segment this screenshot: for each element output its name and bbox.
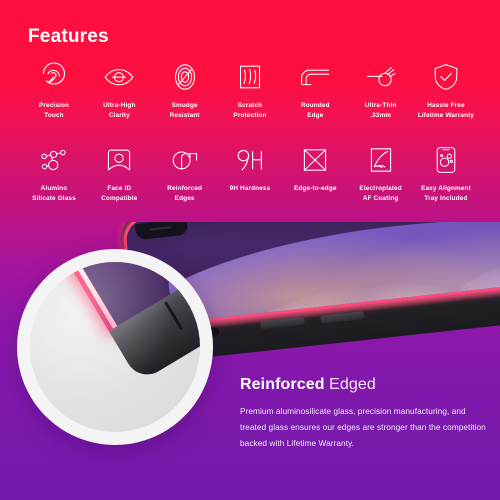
promo-copy: Reinforced Edged Premium aluminosilicate… (240, 376, 490, 452)
feature-edge-to-edge[interactable]: Edge-to-edge (283, 143, 347, 203)
promo-heading-bold: Reinforced (240, 376, 325, 393)
feature-hassle-free-warranty[interactable]: Hassle Free Lifetime Warranty (414, 60, 478, 120)
promo-heading: Reinforced Edged (240, 376, 490, 394)
product-feature-banner: Features Precision Touch Ultra-High Clar… (0, 0, 500, 500)
feature-row-primary: Precision Touch Ultra-High Clarity Smudg… (0, 60, 500, 120)
scratch-protection-icon (230, 60, 270, 94)
magnifier-loupe (17, 249, 213, 445)
feature-easy-alignment-tray[interactable]: Easy Alignment Tray Included (414, 143, 478, 203)
feature-face-id-compatible[interactable]: Face ID Compatible (87, 143, 151, 203)
promo-heading-light: Edged (329, 376, 376, 393)
feature-label: Edge-to-edge (293, 185, 337, 192)
feature-9h-hardness[interactable]: 9H Hardness (218, 143, 282, 203)
magnifier-lens (30, 262, 200, 432)
feature-row-secondary: Alumino Silicate Glass Face ID Compatibl… (0, 143, 500, 203)
feature-label: Electroplated AF Coating (359, 185, 402, 202)
alignment-tray-icon (426, 143, 466, 177)
page-title: Features (28, 26, 109, 47)
feature-ultra-high-clarity[interactable]: Ultra-High Clarity (87, 60, 151, 120)
feature-ultra-thin[interactable]: Ultra-Thin .33mm (349, 60, 413, 120)
feature-label: Smudge Resistant (169, 102, 200, 119)
feature-label: Ultra-High Clarity (103, 102, 136, 119)
feature-electroplated-af-coating[interactable]: Electroplated AF Coating (349, 143, 413, 203)
ultra-thin-caliper-icon (361, 60, 401, 94)
feature-label: 9H Hardness (229, 185, 271, 192)
edge-to-edge-icon (295, 143, 335, 177)
molecule-icon (34, 143, 74, 177)
face-id-icon (99, 143, 139, 177)
feature-precision-touch[interactable]: Precision Touch (22, 60, 86, 120)
feature-label: Face ID Compatible (101, 185, 138, 202)
feature-label: Rounded Edge (300, 102, 330, 119)
feature-label: Easy Alignment Tray Included (421, 185, 471, 202)
smudge-resistant-icon (165, 60, 205, 94)
feature-label: Ultra-Thin .33mm (364, 102, 397, 119)
shield-check-icon (426, 60, 466, 94)
earpiece-speaker (149, 226, 172, 232)
rounded-edge-icon (295, 60, 335, 94)
feature-rounded-edge[interactable]: Rounded Edge (283, 60, 347, 120)
promo-body-text: Premium aluminosilicate glass, precision… (240, 406, 486, 448)
feature-label: Alumino Silicate Glass (32, 185, 76, 202)
feature-label: Hassle Free Lifetime Warranty (417, 102, 475, 119)
feature-label: Reinforced Edges (167, 185, 203, 202)
feature-label: Scratch Protection (233, 102, 267, 119)
eye-clarity-icon (99, 60, 139, 94)
precision-touch-icon (34, 60, 74, 94)
nine-h-hardness-icon (230, 143, 270, 177)
feature-alumino-silicate-glass[interactable]: Alumino Silicate Glass (22, 143, 86, 203)
reinforced-edges-icon (165, 143, 205, 177)
feature-reinforced-edges[interactable]: Reinforced Edges (153, 143, 217, 203)
feature-scratch-protection[interactable]: Scratch Protection (218, 60, 282, 120)
feature-smudge-resistant[interactable]: Smudge Resistant (153, 60, 217, 120)
magnified-phone-corner (48, 262, 200, 393)
af-coating-icon (361, 143, 401, 177)
feature-label: Precision Touch (38, 102, 70, 119)
